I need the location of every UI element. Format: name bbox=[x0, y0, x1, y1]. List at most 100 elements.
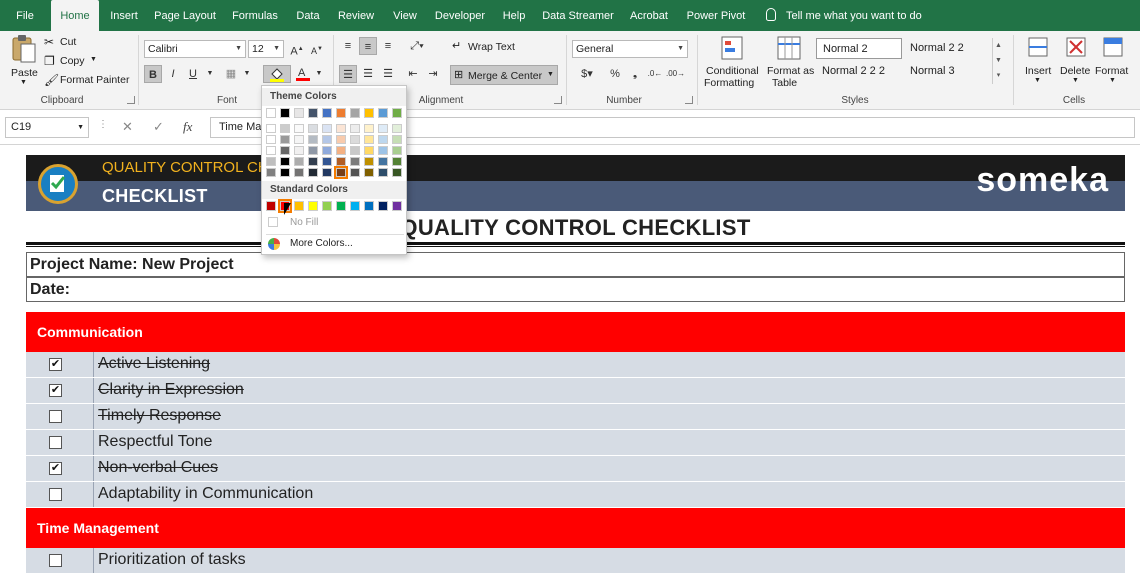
tab-acrobat[interactable]: Acrobat bbox=[626, 0, 672, 31]
standard-color-swatch[interactable] bbox=[266, 201, 276, 211]
tab-data[interactable]: Data bbox=[292, 0, 324, 31]
checklist-item-text[interactable]: Prioritization of tasks bbox=[98, 551, 246, 569]
tab-review[interactable]: Review bbox=[334, 0, 378, 31]
theme-shade-swatch[interactable] bbox=[392, 135, 402, 144]
checklist-item-text[interactable]: Active Listening bbox=[98, 355, 210, 373]
theme-shade-swatch[interactable] bbox=[294, 168, 304, 177]
checkbox[interactable] bbox=[49, 488, 62, 501]
theme-shade-swatch[interactable] bbox=[308, 168, 318, 177]
cut-button[interactable]: ✂ Cut bbox=[44, 35, 104, 51]
checklist-item-text[interactable]: Non-verbal Cues bbox=[98, 459, 218, 477]
theme-shade-swatch[interactable] bbox=[350, 168, 360, 177]
checkbox[interactable] bbox=[49, 554, 62, 567]
worksheet[interactable]: QUALITY CONTROL CH CHECKLIST someka QUAL… bbox=[0, 145, 1140, 585]
theme-shade-swatch[interactable] bbox=[378, 168, 388, 177]
checkbox[interactable]: ✔ bbox=[49, 462, 62, 475]
theme-shade-swatch[interactable] bbox=[364, 124, 374, 133]
format-as-table-button[interactable]: Format as Table bbox=[766, 35, 814, 91]
font-size-select[interactable]: 12 ▼ bbox=[248, 40, 284, 58]
theme-shade-swatch[interactable] bbox=[350, 146, 360, 155]
theme-shade-swatch[interactable] bbox=[322, 168, 332, 177]
theme-shade-swatch[interactable] bbox=[266, 146, 276, 155]
copy-button[interactable]: ❐ Copy ▼ bbox=[44, 54, 104, 70]
theme-shade-swatch[interactable] bbox=[280, 157, 290, 166]
theme-shade-swatch[interactable] bbox=[336, 146, 346, 155]
theme-color-swatch[interactable] bbox=[336, 108, 346, 118]
theme-color-swatch[interactable] bbox=[364, 108, 374, 118]
tab-insert[interactable]: Insert bbox=[105, 0, 143, 31]
paste-button[interactable]: Paste ▼ bbox=[8, 34, 40, 90]
align-bottom-icon[interactable]: ≡ bbox=[379, 37, 397, 55]
theme-shade-swatch[interactable] bbox=[334, 166, 348, 179]
theme-shade-swatch[interactable] bbox=[336, 135, 346, 144]
theme-shade-swatch[interactable] bbox=[392, 124, 402, 133]
theme-color-swatch[interactable] bbox=[280, 108, 290, 118]
orientation-icon[interactable]: ⤢▾ bbox=[404, 37, 430, 55]
theme-color-swatch[interactable] bbox=[392, 108, 402, 118]
tab-help[interactable]: Help bbox=[498, 0, 530, 31]
theme-shade-swatch[interactable] bbox=[392, 146, 402, 155]
checkbox[interactable] bbox=[49, 436, 62, 449]
more-colors-option[interactable]: More Colors... bbox=[266, 237, 404, 251]
theme-shade-swatch[interactable] bbox=[364, 146, 374, 155]
tab-developer[interactable]: Developer bbox=[432, 0, 488, 31]
style-normal-2-2[interactable]: Normal 2 2 bbox=[904, 38, 990, 59]
standard-color-swatch[interactable] bbox=[378, 201, 388, 211]
alignment-launcher-icon[interactable] bbox=[554, 96, 562, 104]
theme-shade-swatch[interactable] bbox=[378, 146, 388, 155]
theme-shade-swatch[interactable] bbox=[266, 124, 276, 133]
tab-home[interactable]: Home bbox=[51, 0, 99, 31]
tab-view[interactable]: View bbox=[388, 0, 422, 31]
name-box[interactable]: C19 ▼ bbox=[5, 117, 89, 138]
theme-color-swatch[interactable] bbox=[322, 108, 332, 118]
standard-color-swatch[interactable] bbox=[336, 201, 346, 211]
standard-color-swatch[interactable] bbox=[308, 201, 318, 211]
font-name-select[interactable]: Calibri ▼ bbox=[144, 40, 246, 58]
tab-data-streamer[interactable]: Data Streamer bbox=[540, 0, 616, 31]
theme-shade-swatch[interactable] bbox=[308, 157, 318, 166]
theme-shade-swatch[interactable] bbox=[322, 146, 332, 155]
number-launcher-icon[interactable] bbox=[685, 96, 693, 104]
theme-shade-swatch[interactable] bbox=[364, 168, 374, 177]
theme-shade-swatch[interactable] bbox=[336, 157, 346, 166]
format-cells-button[interactable]: Format ▼ bbox=[1094, 35, 1132, 91]
chevron-down-icon[interactable]: ▼ bbox=[238, 65, 256, 83]
theme-shade-swatch[interactable] bbox=[378, 124, 388, 133]
theme-shade-swatch[interactable] bbox=[378, 135, 388, 144]
gallery-scroll-icon[interactable]: ▲ ▼ ▾ bbox=[992, 38, 1004, 84]
style-normal-2[interactable]: Normal 2 bbox=[816, 38, 902, 59]
align-middle-icon[interactable]: ≡ bbox=[359, 37, 377, 55]
project-name-row[interactable]: Project Name: New Project bbox=[26, 252, 1125, 277]
theme-shade-swatch[interactable] bbox=[350, 157, 360, 166]
delete-cells-button[interactable]: Delete ▼ bbox=[1058, 35, 1094, 91]
comma-style-icon[interactable]: ❟ bbox=[626, 65, 644, 83]
theme-shade-swatch[interactable] bbox=[280, 168, 290, 177]
theme-shade-swatch[interactable] bbox=[280, 124, 290, 133]
style-normal-3[interactable]: Normal 3 bbox=[904, 61, 990, 82]
tab-power-pivot[interactable]: Power Pivot bbox=[682, 0, 750, 31]
theme-shade-swatch[interactable] bbox=[294, 157, 304, 166]
theme-shade-swatch[interactable] bbox=[280, 146, 290, 155]
theme-shade-swatch[interactable] bbox=[294, 124, 304, 133]
theme-shade-swatch[interactable] bbox=[364, 135, 374, 144]
theme-shade-swatch[interactable] bbox=[350, 124, 360, 133]
theme-shade-swatch[interactable] bbox=[294, 135, 304, 144]
decrease-font-icon[interactable]: A▼ bbox=[308, 40, 326, 58]
theme-shade-swatch[interactable] bbox=[392, 157, 402, 166]
theme-shade-swatch[interactable] bbox=[308, 124, 318, 133]
theme-color-swatch[interactable] bbox=[294, 108, 304, 118]
theme-shade-swatch[interactable] bbox=[322, 135, 332, 144]
format-painter-button[interactable]: 🖌 Format Painter bbox=[44, 73, 132, 89]
increase-decimal-icon[interactable]: .0← bbox=[646, 65, 664, 83]
conditional-formatting-button[interactable]: Conditional Formatting bbox=[702, 35, 764, 91]
italic-button[interactable]: I bbox=[164, 65, 182, 83]
align-top-icon[interactable]: ≡ bbox=[339, 37, 357, 55]
underline-button[interactable]: U bbox=[184, 65, 202, 83]
number-format-select[interactable]: General ▼ bbox=[572, 40, 688, 58]
increase-font-icon[interactable]: A▲ bbox=[288, 40, 306, 58]
insert-function-icon[interactable]: fx bbox=[183, 119, 192, 135]
standard-color-swatch[interactable] bbox=[294, 201, 304, 211]
merge-center-button[interactable]: ⊞ Merge & Center ▼ bbox=[450, 65, 558, 85]
cancel-entry-icon[interactable]: ✕ bbox=[122, 119, 133, 135]
theme-shade-swatch[interactable] bbox=[280, 135, 290, 144]
